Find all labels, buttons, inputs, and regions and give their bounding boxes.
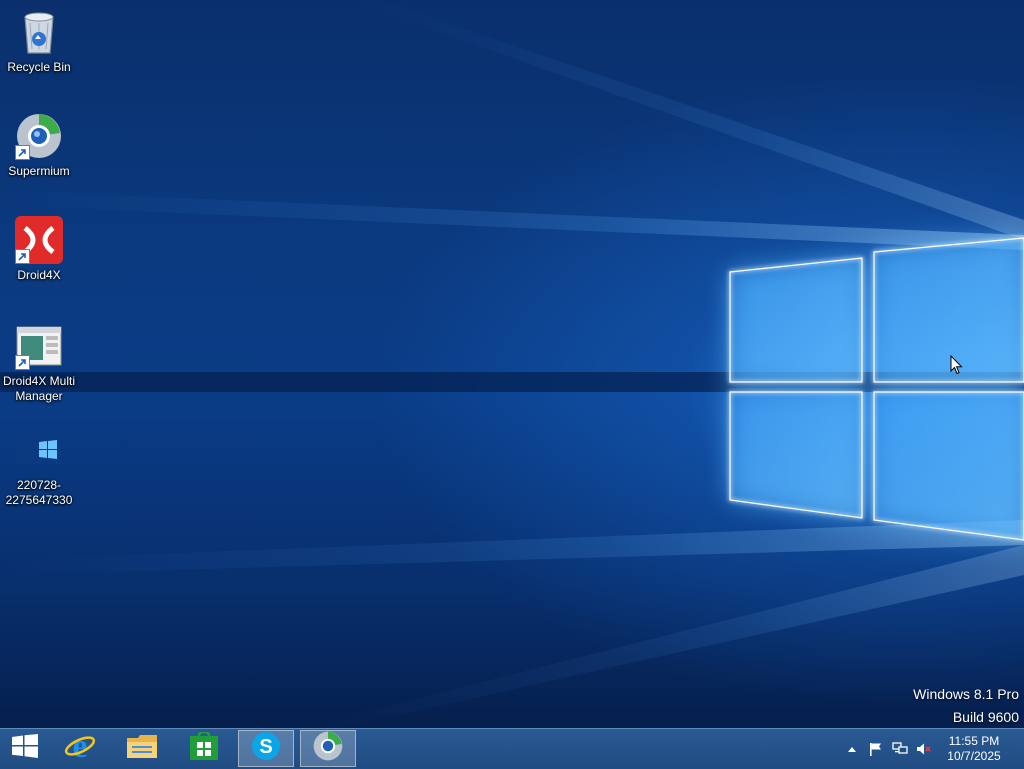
clock-date: 10/7/2025 bbox=[947, 749, 1001, 763]
taskbar-skype[interactable]: S bbox=[238, 730, 294, 767]
supermium-icon bbox=[13, 110, 65, 162]
taskbar-windows-store[interactable] bbox=[176, 730, 232, 767]
system-tray: 11:55 PM 10/7/2025 bbox=[844, 729, 1024, 769]
shortcut-arrow-icon bbox=[15, 249, 30, 264]
desktop-icon-image-file[interactable]: 220728-2275647330 bbox=[0, 424, 78, 508]
desktop-icon-label: 220728-2275647330 bbox=[5, 478, 73, 507]
folder-icon bbox=[126, 732, 158, 765]
taskbar-clock[interactable]: 11:55 PM 10/7/2025 bbox=[943, 734, 1005, 764]
droid4x-icon bbox=[13, 214, 65, 266]
taskbar-file-explorer[interactable] bbox=[114, 730, 170, 767]
wallpaper bbox=[0, 0, 1024, 728]
svg-text:e: e bbox=[72, 731, 87, 761]
taskbar: e S 11:55 PM 10/7/2025 bbox=[0, 728, 1024, 769]
supermium-icon bbox=[313, 731, 343, 766]
network-icon[interactable] bbox=[892, 741, 908, 757]
taskbar-internet-explorer[interactable]: e bbox=[52, 728, 108, 767]
recycle-bin-icon bbox=[13, 6, 65, 58]
internet-explorer-icon: e bbox=[64, 728, 96, 766]
desktop-icon-recycle-bin[interactable]: Recycle Bin bbox=[0, 6, 78, 75]
desktop-icon-supermium[interactable]: Supermium bbox=[0, 110, 78, 179]
windows-version-watermark: Windows 8.1 Pro Build 9600 bbox=[913, 683, 1019, 728]
desktop-icon-label: Recycle Bin bbox=[7, 60, 71, 74]
watermark-build: Build 9600 bbox=[952, 709, 1019, 725]
shortcut-arrow-icon bbox=[15, 145, 30, 160]
droid4x-multi-manager-icon bbox=[13, 320, 65, 372]
speaker-muted-icon[interactable] bbox=[916, 741, 932, 757]
skype-icon: S bbox=[251, 731, 281, 766]
svg-text:S: S bbox=[259, 736, 272, 758]
flag-icon[interactable] bbox=[868, 741, 884, 757]
mouse-pointer-icon bbox=[950, 354, 963, 380]
chevron-up-icon[interactable] bbox=[844, 741, 860, 757]
desktop-icon-label: Supermium bbox=[8, 164, 70, 178]
image-file-icon bbox=[13, 424, 65, 476]
shortcut-arrow-icon bbox=[15, 355, 30, 370]
start-button[interactable] bbox=[0, 730, 50, 767]
taskbar-supermium[interactable] bbox=[300, 730, 356, 767]
clock-time: 11:55 PM bbox=[948, 734, 1000, 748]
desktop-icon-label: Droid4X Multi Manager bbox=[2, 374, 76, 403]
desktop[interactable]: Recycle Bin Supermium Droid4X Droid4X Mu… bbox=[0, 0, 1024, 728]
store-icon bbox=[190, 730, 218, 765]
desktop-icon-droid4x[interactable]: Droid4X bbox=[0, 214, 78, 283]
desktop-icon-label: Droid4X bbox=[17, 268, 61, 282]
windows-logo-icon bbox=[12, 734, 38, 763]
desktop-icon-droid4x-multi-manager[interactable]: Droid4X Multi Manager bbox=[0, 320, 78, 404]
watermark-edition: Windows 8.1 Pro bbox=[913, 686, 1019, 702]
